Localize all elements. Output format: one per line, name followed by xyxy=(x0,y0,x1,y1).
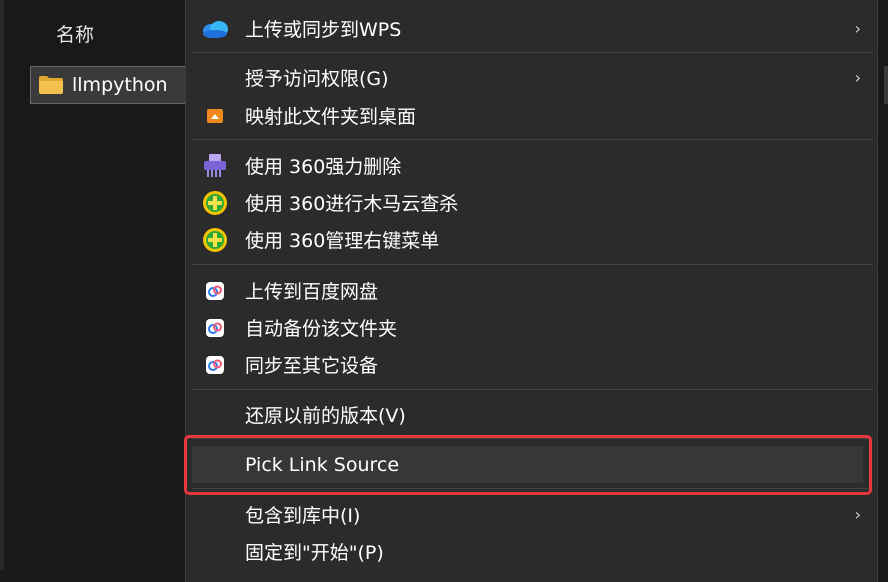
baidu-netdisk-icon xyxy=(201,314,229,342)
baidu-netdisk-icon xyxy=(201,351,229,379)
menu-separator xyxy=(192,52,873,53)
menu-item-label: 同步至其它设备 xyxy=(245,355,379,377)
menu-item-label: 固定到"开始"(P) xyxy=(245,542,384,564)
menu-item-manage-menu[interactable]: 使用 360管理右键菜单 xyxy=(186,221,877,258)
menu-item-pin-start[interactable]: 固定到"开始"(P) xyxy=(186,533,877,570)
menu-item-cloud-scan[interactable]: 使用 360进行木马云查杀 xyxy=(186,184,877,221)
file-item-selected[interactable]: llmpython xyxy=(30,66,190,104)
menu-item-include-library[interactable]: 包含到库中(I) › xyxy=(186,496,877,533)
menu-item-baidu-backup[interactable]: 自动备份该文件夹 xyxy=(186,309,877,346)
chevron-right-icon: › xyxy=(854,19,861,38)
wps-cloud-icon xyxy=(201,15,229,43)
chevron-right-icon: › xyxy=(854,68,861,87)
360-plus-icon xyxy=(201,226,229,254)
menu-item-upload-wps[interactable]: 上传或同步到WPS › xyxy=(186,10,877,47)
menu-item-map-desktop[interactable]: 映射此文件夹到桌面 xyxy=(186,97,877,134)
menu-item-label: 使用 360强力删除 xyxy=(245,156,402,178)
menu-separator xyxy=(192,264,873,265)
menu-item-restore-version[interactable]: 还原以前的版本(V) xyxy=(186,396,877,433)
shredder-icon xyxy=(201,152,229,180)
menu-item-label: 映射此文件夹到桌面 xyxy=(245,106,417,128)
column-header-name[interactable]: 名称 xyxy=(56,20,94,47)
menu-separator xyxy=(192,389,873,390)
chevron-right-icon: › xyxy=(854,505,861,524)
menu-item-label: 上传到百度网盘 xyxy=(245,281,379,303)
menu-item-label: 使用 360进行木马云查杀 xyxy=(245,193,459,215)
menu-item-label: 上传或同步到WPS xyxy=(245,19,402,41)
menu-item-label: 还原以前的版本(V) xyxy=(245,405,406,427)
baidu-netdisk-icon xyxy=(201,277,229,305)
file-item-name: llmpython xyxy=(72,74,168,96)
menu-item-force-delete[interactable]: 使用 360强力删除 xyxy=(186,147,877,184)
menu-separator xyxy=(192,139,873,140)
right-panel-strip xyxy=(884,66,888,104)
menu-item-baidu-sync[interactable]: 同步至其它设备 xyxy=(186,346,877,383)
menu-item-grant-access[interactable]: 授予访问权限(G) › xyxy=(186,59,877,96)
menu-item-label: 自动备份该文件夹 xyxy=(245,318,398,340)
menu-item-label: 包含到库中(I) xyxy=(245,505,361,527)
window-edge xyxy=(0,0,4,570)
menu-item-baidu-upload[interactable]: 上传到百度网盘 xyxy=(186,272,877,309)
360-plus-icon xyxy=(201,189,229,217)
folder-icon xyxy=(38,75,64,95)
menu-item-label: 使用 360管理右键菜单 xyxy=(245,230,440,252)
menu-item-label: 授予访问权限(G) xyxy=(245,68,389,90)
annotation-highlight-box xyxy=(184,435,872,495)
map-desktop-icon xyxy=(201,102,229,130)
